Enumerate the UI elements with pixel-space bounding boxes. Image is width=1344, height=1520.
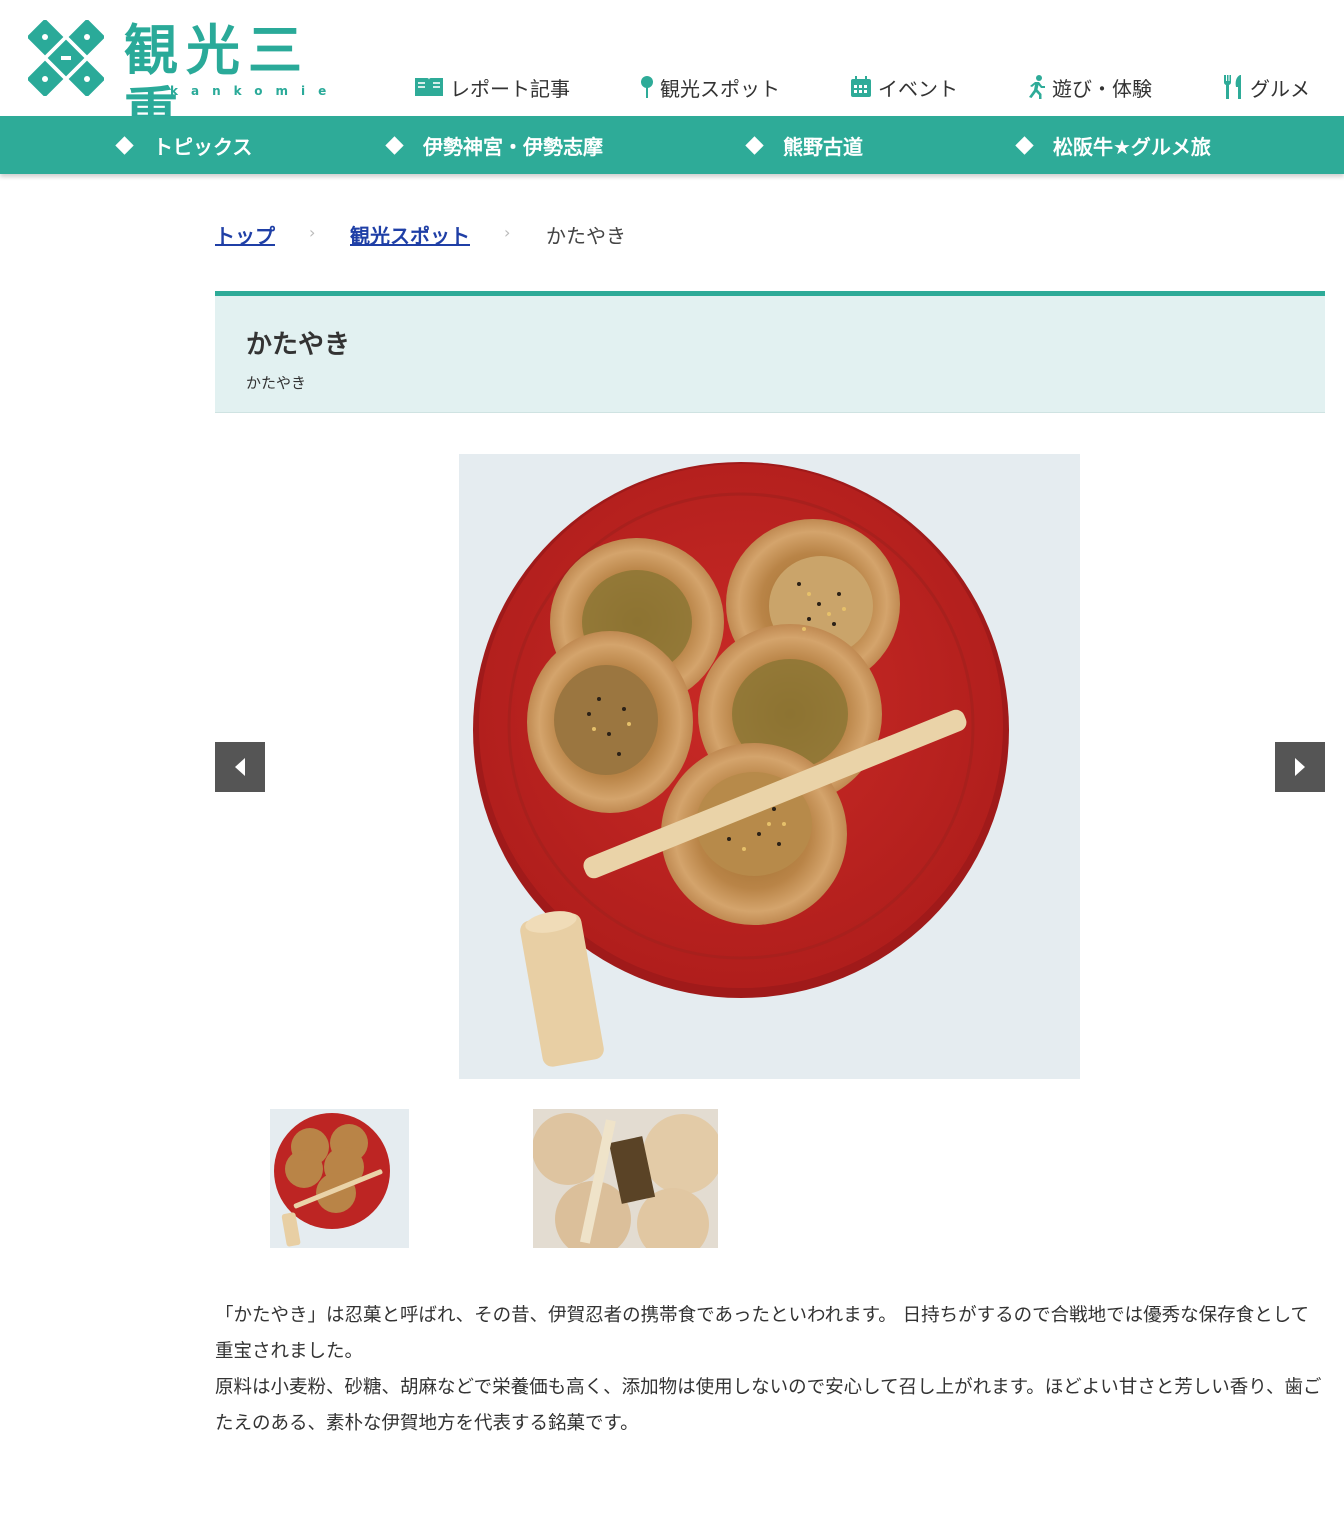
nav-spots-label: 観光スポット bbox=[660, 76, 780, 101]
category-bar: トピックス 伊勢神宮・伊勢志摩 熊野古道 松阪牛★グルメ旅 bbox=[0, 116, 1344, 174]
diamond-icon bbox=[115, 135, 134, 155]
category-topics[interactable]: トピックス bbox=[115, 116, 253, 174]
nav-activities[interactable]: 遊び・体験 bbox=[1026, 70, 1152, 104]
breadcrumb-home-link[interactable]: トップ bbox=[215, 220, 275, 249]
nav-gourmet-label: グルメ bbox=[1250, 76, 1310, 101]
nav-report[interactable]: レポート記事 bbox=[414, 70, 570, 104]
gallery-prev-button[interactable] bbox=[215, 742, 265, 792]
nav-events[interactable]: イベント bbox=[850, 70, 958, 104]
thumbnail-image bbox=[533, 1109, 718, 1248]
main-navigation: レポート記事 観光スポット イベント 遊び・体験 グルメ bbox=[0, 70, 1344, 104]
page-title: かたやき bbox=[246, 330, 351, 360]
description: 「かたやき」は忍菓と呼ばれ、その昔、伊賀忍者の携帯食であったといわれます。 日持… bbox=[215, 1298, 1325, 1442]
nav-spots[interactable]: 観光スポット bbox=[640, 70, 780, 104]
category-ise[interactable]: 伊勢神宮・伊勢志摩 bbox=[385, 116, 603, 174]
diamond-icon bbox=[745, 135, 764, 155]
gallery-thumbnail-1[interactable] bbox=[270, 1109, 409, 1248]
category-kumano[interactable]: 熊野古道 bbox=[745, 116, 863, 174]
page-title-box: かたやき かたやき bbox=[215, 291, 1325, 413]
nav-report-label: レポート記事 bbox=[450, 76, 570, 101]
calendar-icon bbox=[851, 76, 871, 97]
pin-icon bbox=[641, 76, 653, 98]
runner-icon bbox=[1029, 75, 1045, 99]
gallery-next-button[interactable] bbox=[1275, 742, 1325, 792]
main-photo bbox=[459, 454, 1080, 1079]
category-label: 伊勢神宮・伊勢志摩 bbox=[423, 134, 603, 159]
nav-activities-label: 遊び・体験 bbox=[1052, 76, 1152, 101]
category-label: 熊野古道 bbox=[783, 134, 863, 159]
description-paragraph: 原料は小麦粉、砂糖、胡麻などで栄養価も高く、添加物は使用しないので安心して召し上… bbox=[215, 1377, 1322, 1434]
thumbnail-image bbox=[270, 1109, 409, 1248]
arrow-left-icon bbox=[235, 758, 245, 776]
category-label: 松阪牛★グルメ旅 bbox=[1053, 134, 1211, 159]
breadcrumb-separator: › bbox=[504, 223, 511, 242]
diamond-icon bbox=[385, 135, 404, 155]
arrow-right-icon bbox=[1295, 758, 1305, 776]
diamond-icon bbox=[1015, 135, 1034, 155]
category-label: トピックス bbox=[153, 134, 253, 159]
site-header: 観光三重 kankomie レポート記事 観光スポット イベント 遊び・体験 グ… bbox=[0, 0, 1344, 144]
nav-gourmet[interactable]: グルメ bbox=[1222, 70, 1310, 104]
book-icon bbox=[415, 78, 443, 96]
breadcrumb-separator: › bbox=[309, 223, 316, 242]
nav-events-label: イベント bbox=[878, 76, 958, 101]
katayaki-photo bbox=[459, 454, 1080, 1079]
breadcrumb-current: かたやき bbox=[546, 224, 626, 248]
breadcrumb-spots-link[interactable]: 観光スポット bbox=[350, 220, 470, 249]
category-matsusaka[interactable]: 松阪牛★グルメ旅 bbox=[1015, 116, 1211, 174]
description-paragraph: 「かたやき」は忍菓と呼ばれ、その昔、伊賀忍者の携帯食であったといわれます。 日持… bbox=[215, 1305, 1310, 1362]
page-subtitle: かたやき bbox=[246, 374, 307, 392]
fork-knife-icon bbox=[1223, 75, 1241, 99]
gallery-thumbnail-2[interactable] bbox=[533, 1109, 718, 1248]
